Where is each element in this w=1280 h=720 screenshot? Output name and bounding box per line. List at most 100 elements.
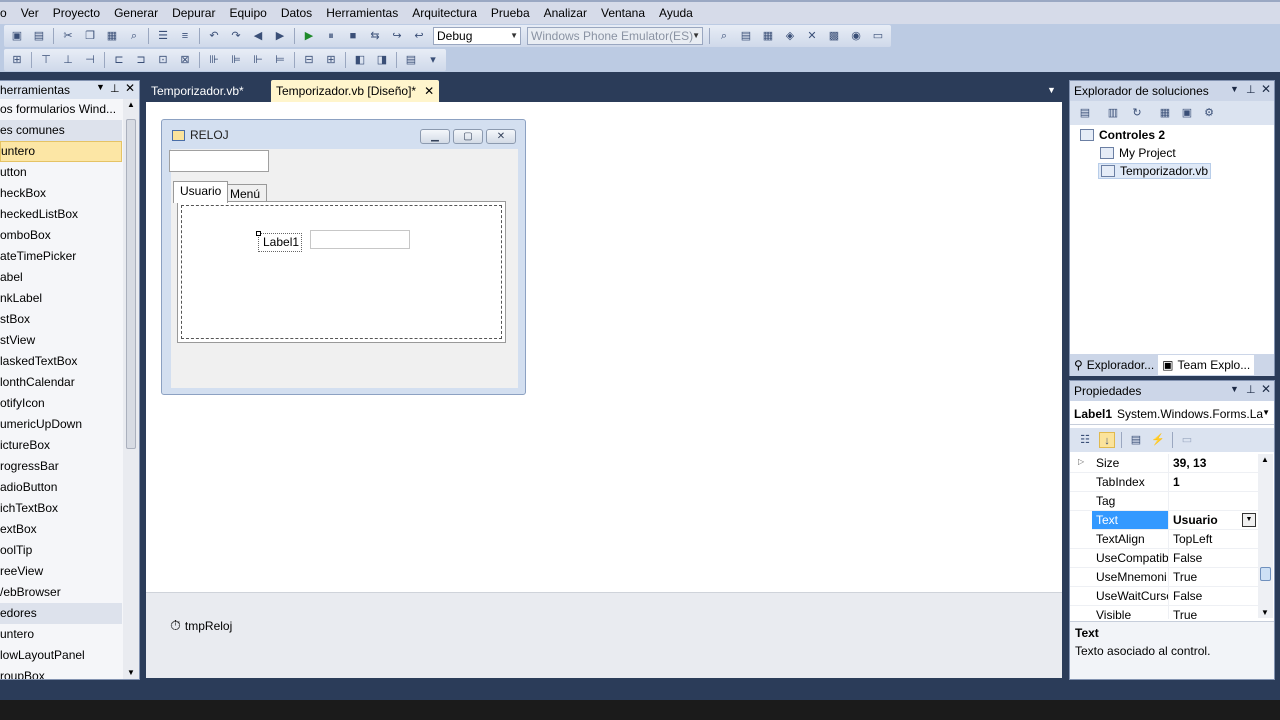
design-surface[interactable]: RELOJ ▁ ▢ ✕ Usuario Menú Label1	[146, 102, 1062, 592]
close-icon[interactable]: ✕	[1261, 382, 1271, 396]
menu-item[interactable]: Ayuda	[652, 3, 700, 23]
toolbox-item[interactable]: otifyIcon	[0, 393, 122, 414]
view-code-icon[interactable]: ▦	[1157, 105, 1173, 121]
decrease-spacing-icon[interactable]: ⊩	[250, 52, 266, 68]
menu-item[interactable]: Analizar	[537, 3, 594, 23]
center-horizontally-icon[interactable]: ⊟	[301, 52, 317, 68]
copy-icon[interactable]: ❐	[82, 28, 98, 44]
textbox-control[interactable]	[169, 150, 269, 172]
minimize-button[interactable]: ▁	[420, 129, 450, 144]
toolbox-item[interactable]: ictureBox	[0, 435, 122, 456]
configuration-combo[interactable]: Debug ▼	[433, 27, 521, 45]
label-control[interactable]: Label1	[256, 231, 302, 252]
textbox-control[interactable]	[310, 230, 410, 249]
alphabetical-icon[interactable]: ↓	[1099, 432, 1115, 448]
menu-item[interactable]: Depurar	[165, 3, 222, 23]
property-row[interactable]: Text Usuario ▼	[1070, 511, 1258, 530]
dropdown-button[interactable]: ▼	[1242, 513, 1256, 527]
expand-icon[interactable]: ▷	[1078, 457, 1084, 466]
toolbox-item[interactable]: nkLabel	[0, 288, 122, 309]
bring-to-front-icon[interactable]: ◧	[352, 52, 368, 68]
close-icon[interactable]: ✕	[1261, 82, 1271, 96]
toolbox-scrollbar[interactable]: ▲ ▼	[123, 99, 139, 679]
properties-icon[interactable]: ▤	[1077, 105, 1093, 121]
comment-icon[interactable]: ☰	[155, 28, 171, 44]
toolbox-item[interactable]: umericUpDown	[0, 414, 122, 435]
property-value[interactable]: False	[1168, 549, 1258, 568]
cut-icon[interactable]: ✂	[60, 28, 76, 44]
menu-item[interactable]: Prueba	[484, 3, 537, 23]
events-icon[interactable]: ⚡	[1150, 432, 1166, 448]
property-value[interactable]: 39, 13	[1168, 454, 1258, 473]
align-left-icon[interactable]: ⊤	[38, 52, 54, 68]
property-value[interactable]: 1	[1168, 473, 1258, 492]
toolbox-item[interactable]: untero	[0, 141, 122, 162]
toolbox-category[interactable]: edores	[0, 603, 122, 624]
toolbox-item[interactable]: /ebBrowser	[0, 582, 122, 603]
property-value[interactable]: True	[1168, 606, 1258, 619]
object-browser-icon[interactable]: ◈	[782, 28, 798, 44]
toolbox-item[interactable]: heckedListBox	[0, 204, 122, 225]
property-value[interactable]	[1168, 492, 1258, 511]
property-row[interactable]: UseCompatib False	[1070, 549, 1258, 568]
pin-icon[interactable]: ⊥	[1246, 83, 1256, 96]
align-right-icon[interactable]: ⊣	[82, 52, 98, 68]
step-icon[interactable]: ⇆	[367, 28, 383, 44]
paste-icon[interactable]: ▦	[104, 28, 120, 44]
remove-spacing-icon[interactable]: ⊨	[272, 52, 288, 68]
navigate-forward-icon[interactable]: ▶	[272, 28, 288, 44]
toolbox-item[interactable]: extBox	[0, 519, 122, 540]
scroll-up-icon[interactable]: ▲	[127, 100, 135, 109]
toolbox-icon[interactable]: ✕	[804, 28, 820, 44]
menu-item[interactable]: Proyecto	[46, 3, 107, 23]
property-value[interactable]: TopLeft	[1168, 530, 1258, 549]
property-grid-scrollbar[interactable]: ▲ ▼	[1258, 454, 1273, 618]
toolbox-item[interactable]: stView	[0, 330, 122, 351]
property-row[interactable]: UseWaitCurso False	[1070, 587, 1258, 606]
close-icon[interactable]: ✕	[125, 81, 135, 95]
increase-spacing-icon[interactable]: ⊫	[228, 52, 244, 68]
toolbox-item[interactable]: laskedTextBox	[0, 351, 122, 372]
solution-explorer-icon[interactable]: ▤	[738, 28, 754, 44]
show-all-files-icon[interactable]: ▥	[1105, 105, 1121, 121]
toolbox-item[interactable]: abel	[0, 267, 122, 288]
property-row[interactable]: TextAlign TopLeft	[1070, 530, 1258, 549]
toolbox-category[interactable]: es comunes	[0, 120, 122, 141]
dropdown-icon[interactable]: ▼	[1230, 384, 1239, 394]
menu-item[interactable]: Ver	[14, 3, 46, 23]
property-row[interactable]: UseMnemoni True	[1070, 568, 1258, 587]
toolbox-item[interactable]: omboBox	[0, 225, 122, 246]
tree-root[interactable]: Controles 2	[1080, 128, 1165, 142]
toolbar-options-icon[interactable]: ▾	[425, 52, 441, 68]
view-designer-icon[interactable]: ▣	[1179, 105, 1195, 121]
horizontal-spacing-icon[interactable]: ⊪	[206, 52, 222, 68]
pause-icon[interactable]: ⏸	[323, 28, 339, 44]
properties-icon[interactable]: ▦	[760, 28, 776, 44]
uncomment-icon[interactable]: ≡	[177, 28, 193, 44]
toolbox-item[interactable]: stBox	[0, 309, 122, 330]
menu-item[interactable]: o	[0, 3, 14, 23]
property-row[interactable]: Tag	[1070, 492, 1258, 511]
toolbox-item[interactable]: roupBox	[0, 666, 122, 679]
tree-item-my-project[interactable]: My Project	[1100, 146, 1176, 160]
tab-team-explorer[interactable]: ▣ Team Explo...	[1158, 355, 1255, 375]
menu-item[interactable]: Datos	[274, 3, 319, 23]
align-center-icon[interactable]: ⊥	[60, 52, 76, 68]
dropdown-icon[interactable]: ▼	[96, 82, 105, 92]
platform-combo[interactable]: Windows Phone Emulator(ES) ▼	[527, 27, 703, 45]
form-window[interactable]: RELOJ ▁ ▢ ✕ Usuario Menú Label1	[161, 119, 526, 395]
toolbox-item[interactable]: rogressBar	[0, 456, 122, 477]
scroll-thumb[interactable]	[1260, 567, 1271, 581]
chevron-down-icon[interactable]: ▼	[1047, 85, 1056, 95]
class-diagram-icon[interactable]: ⚙	[1201, 105, 1217, 121]
selection-handle[interactable]	[256, 231, 261, 236]
tab-order-icon[interactable]: ▤	[403, 52, 419, 68]
tab-solution-explorer[interactable]: ⚲ Explorador...	[1070, 355, 1158, 375]
save-all-icon[interactable]: ▤	[31, 28, 47, 44]
close-icon[interactable]: ✕	[424, 84, 434, 98]
property-row[interactable]: TabIndex 1	[1070, 473, 1258, 492]
tab-usuario[interactable]: Usuario	[173, 181, 229, 203]
categorized-icon[interactable]: ☷	[1077, 432, 1093, 448]
object-selector[interactable]: Label1 System.Windows.Forms.La ▼	[1070, 403, 1274, 425]
toolbox-item[interactable]: lowLayoutPanel	[0, 645, 122, 666]
